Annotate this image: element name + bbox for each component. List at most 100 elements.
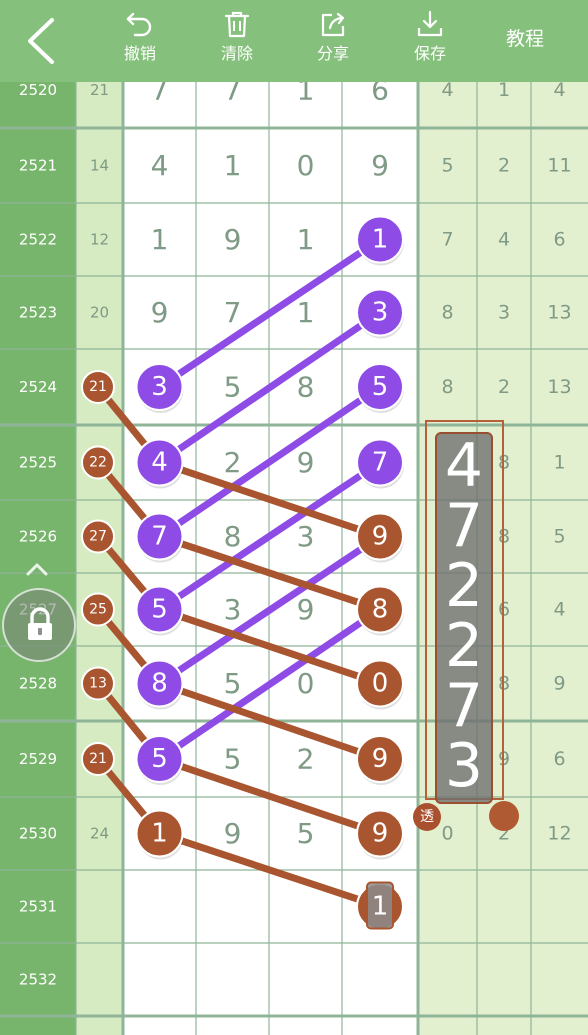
span-badge-label: 22 (89, 455, 107, 471)
stat-cell: 5 (441, 155, 453, 177)
purple-ball-label: 7 (151, 522, 168, 552)
span-value: 12 (90, 231, 109, 249)
stat-cell: 4 (441, 79, 453, 101)
purple-ball-label: 7 (372, 448, 389, 478)
stat-cell: 2 (498, 155, 510, 177)
brown-ball-label: 1 (372, 892, 389, 922)
brown-ball-label: 9 (372, 819, 389, 849)
purple-ball-label: 4 (151, 448, 168, 478)
stat-cell: 6 (553, 748, 565, 770)
digit-cell: 9 (224, 223, 242, 256)
save-label: 保存 (413, 44, 446, 63)
download-icon (417, 10, 443, 37)
issue-number: 2521 (19, 157, 57, 175)
purple-ball-label: 3 (372, 298, 389, 328)
purple-ball-label: 1 (372, 225, 389, 255)
span-badge-label: 27 (89, 529, 107, 545)
issue-column-bg (0, 82, 76, 1035)
chevron-up-icon[interactable] (26, 562, 48, 576)
overlay-digit: 7 (444, 671, 484, 741)
span-badge-label: 25 (89, 602, 107, 618)
stat-cell: 7 (441, 229, 453, 251)
stat-cell: 13 (547, 302, 571, 324)
stat-cell: 4 (498, 229, 510, 251)
issue-number: 2520 (19, 81, 57, 99)
issue-number: 2522 (19, 231, 57, 249)
stat-cell: 11 (547, 155, 571, 177)
back-arrow-icon[interactable] (18, 14, 68, 68)
overlay-digit: 2 (444, 551, 484, 621)
digit-cell: 9 (224, 817, 242, 850)
digit-cell: 1 (151, 223, 169, 256)
brown-ball-label: 9 (372, 744, 389, 774)
undo-label: 撤销 (123, 44, 156, 63)
issue-number: 2524 (19, 378, 57, 396)
purple-ball-label: 3 (151, 372, 168, 402)
span-value: 21 (90, 81, 109, 99)
stat-cell: 4 (553, 79, 565, 101)
purple-ball-label: 8 (151, 669, 168, 699)
span-value: 24 (90, 825, 109, 843)
digit-cell: 5 (224, 743, 242, 776)
clear-button[interactable]: 清除 (197, 10, 277, 70)
span-value: 20 (90, 304, 109, 322)
digit-cell: 4 (151, 149, 169, 182)
issue-number: 2525 (19, 454, 57, 472)
stat-cell: 9 (553, 673, 565, 695)
overlay-digit: 4 (444, 431, 484, 501)
brown-ball-label: 1 (151, 819, 168, 849)
digit-cell: 5 (224, 371, 242, 404)
issue-number: 2526 (19, 528, 57, 546)
share-label: 分享 (316, 44, 349, 63)
span-value: 14 (90, 157, 109, 175)
undo-button[interactable]: 撤销 (100, 10, 180, 70)
issue-number: 2523 (19, 304, 57, 322)
issue-number: 2532 (19, 971, 57, 989)
share-icon (321, 12, 345, 37)
purple-ball-label: 5 (151, 595, 168, 625)
issue-number: 2529 (19, 750, 57, 768)
stat-cell: 12 (547, 823, 571, 845)
stat-cell: 6 (553, 229, 565, 251)
overlay-digit: 3 (444, 731, 484, 801)
span-badge-label: 21 (89, 379, 107, 395)
digit-cell: 8 (297, 371, 315, 404)
issue-number: 2530 (19, 825, 57, 843)
top-toolbar: 撤销 清除 分享 保存 教程 (0, 0, 588, 82)
save-button[interactable]: 保存 (390, 10, 470, 70)
stat-cell: 13 (547, 376, 571, 398)
stat-cell: 1 (498, 79, 510, 101)
purple-ball-label: 5 (372, 372, 389, 402)
lock-button[interactable] (2, 588, 76, 662)
digit-cell: 1 (297, 296, 315, 329)
stat-cell: 1 (553, 452, 565, 474)
overlay-digit: 2 (444, 611, 484, 681)
span-badge-label: 13 (89, 676, 107, 692)
transparency-toggle[interactable]: 透 (413, 803, 441, 831)
digit-cell: 2 (224, 446, 242, 479)
overlay-digit: 7 (444, 491, 484, 561)
tutorial-button[interactable]: 教程 (490, 24, 560, 51)
stat-cell: 0 (441, 823, 453, 845)
digit-cell: 9 (371, 149, 389, 182)
issue-number: 2528 (19, 675, 57, 693)
stat-cell: 5 (553, 526, 565, 548)
stat-cell: 8 (441, 376, 453, 398)
digit-cell: 1 (297, 223, 315, 256)
stat-cell: 8 (441, 302, 453, 324)
issue-number: 2531 (19, 898, 57, 916)
digit-cell: 5 (297, 817, 315, 850)
stat-cell: 3 (498, 302, 510, 324)
digit-cell: 0 (297, 667, 315, 700)
digit-cell: 5 (224, 667, 242, 700)
digit-cell: 7 (224, 296, 242, 329)
undo-icon (126, 12, 152, 37)
brown-ball-label: 9 (372, 522, 389, 552)
digit-cell: 2 (297, 743, 315, 776)
trash-icon (224, 11, 250, 38)
stat-cell: 2 (498, 376, 510, 398)
brown-ball-label: 8 (372, 595, 389, 625)
share-button[interactable]: 分享 (293, 10, 373, 70)
lock-icon (28, 607, 52, 640)
resize-handle[interactable] (489, 801, 519, 831)
